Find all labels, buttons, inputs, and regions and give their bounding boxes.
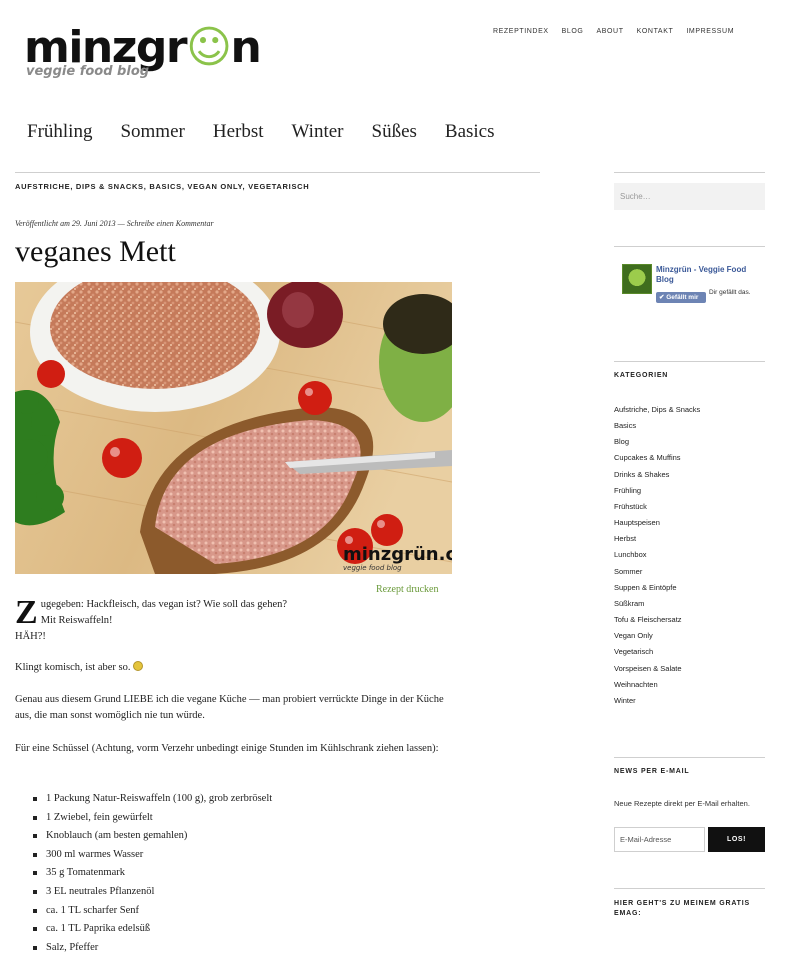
category-link[interactable]: Hauptspeisen — [614, 515, 700, 531]
drop-cap: Z — [15, 594, 38, 631]
post-date: Veröffentlicht am 29. Juni 2013 — [15, 219, 116, 228]
category-link[interactable]: Weihnachten — [614, 677, 700, 693]
post-title: veganes Mett — [15, 235, 176, 268]
category-link[interactable]: Herbst — [614, 531, 700, 547]
top-nav-about[interactable]: ABOUT — [596, 28, 623, 35]
post-paragraph: Genau aus diesem Grund LIEBE ich die veg… — [15, 694, 444, 721]
main-nav-fruehling[interactable]: Frühling — [27, 121, 92, 143]
category-link[interactable]: Frühling — [614, 483, 700, 499]
list-item: 1 Zwiebel, fein gewürfelt — [31, 809, 272, 828]
category-link[interactable]: Basics — [614, 418, 700, 434]
facebook-like-status: Dir gefällt das. — [709, 289, 751, 296]
site-logo[interactable]: minzgr☺n veggie food blog — [24, 26, 262, 86]
list-item: 3 EL neutrales Pflanzenöl — [31, 883, 272, 902]
facebook-like-button[interactable]: ✔ Gefällt mir — [656, 292, 706, 303]
image-watermark: minzgrün.com — [343, 544, 452, 565]
sidebar-divider — [614, 172, 765, 173]
category-link[interactable]: Sommer — [614, 564, 700, 580]
list-item: ca. 1 TL Paprika edelsüß — [31, 920, 272, 939]
sidebar-divider — [614, 246, 765, 247]
main-nav-basics[interactable]: Basics — [445, 121, 495, 143]
list-item: 35 g Tomatenmark — [31, 864, 272, 883]
category-link[interactable]: Frühstück — [614, 499, 700, 515]
category-link[interactable]: Blog — [614, 434, 700, 450]
category-link[interactable]: Vorspeisen & Salate — [614, 661, 700, 677]
top-nav-impressum[interactable]: IMPRESSUM — [686, 28, 734, 35]
sidebar-divider — [614, 888, 765, 889]
email-field[interactable] — [614, 827, 705, 852]
category-list: Aufstriche, Dips & Snacks Basics Blog Cu… — [614, 402, 700, 709]
facebook-page-avatar[interactable] — [622, 264, 652, 294]
image-watermark-tagline: veggie food blog — [343, 564, 402, 572]
category-link[interactable]: Tofu & Fleischersatz — [614, 612, 700, 628]
list-item: Knoblauch (am besten gemahlen) — [31, 827, 272, 846]
facebook-like-box: Minzgrün - Veggie Food Blog ✔ Gefällt mi… — [622, 264, 765, 310]
category-link[interactable]: Suppen & Eintöpfe — [614, 580, 700, 596]
main-nav: Frühling Sommer Herbst Winter Süßes Basi… — [27, 121, 495, 143]
post-hero-image[interactable]: minzgrün.com veggie food blog — [15, 282, 452, 574]
category-link[interactable]: Vegetarisch — [614, 644, 700, 660]
list-item: 1 Packung Natur-Reiswaffeln (100 g), gro… — [31, 790, 272, 809]
list-item: ca. 1 TL scharfer Senf — [31, 902, 272, 921]
post-paragraph: Für eine Schüssel (Achtung, vorm Verzehr… — [15, 743, 439, 754]
top-nav-blog[interactable]: BLOG — [562, 28, 584, 35]
category-link[interactable]: Vegan Only — [614, 628, 700, 644]
sidebar-divider — [614, 757, 765, 758]
list-item: Salz, Pfeffer — [31, 939, 272, 958]
main-nav-winter[interactable]: Winter — [292, 121, 344, 143]
print-recipe-link[interactable]: Rezept drucken — [376, 584, 438, 595]
category-link[interactable]: Drinks & Shakes — [614, 467, 700, 483]
post-paragraph: Klingt komisch, ist aber so. — [15, 660, 445, 676]
category-link[interactable]: Aufstriche, Dips & Snacks — [614, 402, 700, 418]
top-nav-rezeptindex[interactable]: REZEPTINDEX — [493, 28, 549, 35]
category-link[interactable]: Lunchbox — [614, 547, 700, 563]
content-divider — [15, 172, 540, 173]
post-intro: Z ugegeben: Hackfleisch, das vegan ist? … — [15, 594, 288, 643]
ingredient-list: 1 Packung Natur-Reiswaffeln (100 g), gro… — [31, 790, 272, 957]
post-categories[interactable]: AUFSTRICHE, DIPS & SNACKS, BASICS, VEGAN… — [15, 182, 309, 191]
main-nav-herbst[interactable]: Herbst — [213, 121, 264, 143]
newsletter-heading: NEWS PER E-MAIL — [614, 768, 690, 775]
logo-tagline: veggie food blog — [26, 64, 150, 79]
facebook-page-name[interactable]: Minzgrün - Veggie Food Blog — [656, 265, 761, 285]
categories-heading: KATEGORIEN — [614, 372, 669, 379]
sidebar-divider — [614, 361, 765, 362]
emag-heading: HIER GEHT'S ZU MEINEM GRATIS EMAG: — [614, 900, 750, 917]
main-nav-suesses[interactable]: Süßes — [372, 121, 417, 143]
category-link[interactable]: Cupcakes & Muffins — [614, 450, 700, 466]
logo-smile-icon: ☺ — [186, 22, 232, 73]
main-nav-sommer[interactable]: Sommer — [120, 121, 184, 143]
smiley-icon — [133, 661, 144, 671]
subscribe-button[interactable]: LOS! — [708, 827, 765, 852]
post-meta: Veröffentlicht am 29. Juni 2013 — Schrei… — [15, 219, 214, 228]
comment-link[interactable]: Schreibe einen Kommentar — [127, 219, 214, 228]
top-nav: REZEPTINDEX BLOG ABOUT KONTAKT IMPRESSUM — [493, 28, 734, 35]
list-item: 300 ml warmes Wasser — [31, 846, 272, 865]
search-input[interactable] — [614, 183, 765, 210]
newsletter-text: Neue Rezepte direkt per E-Mail erhalten. — [614, 799, 750, 808]
category-link[interactable]: Winter — [614, 693, 700, 709]
category-link[interactable]: Süßkram — [614, 596, 700, 612]
top-nav-kontakt[interactable]: KONTAKT — [637, 28, 674, 35]
